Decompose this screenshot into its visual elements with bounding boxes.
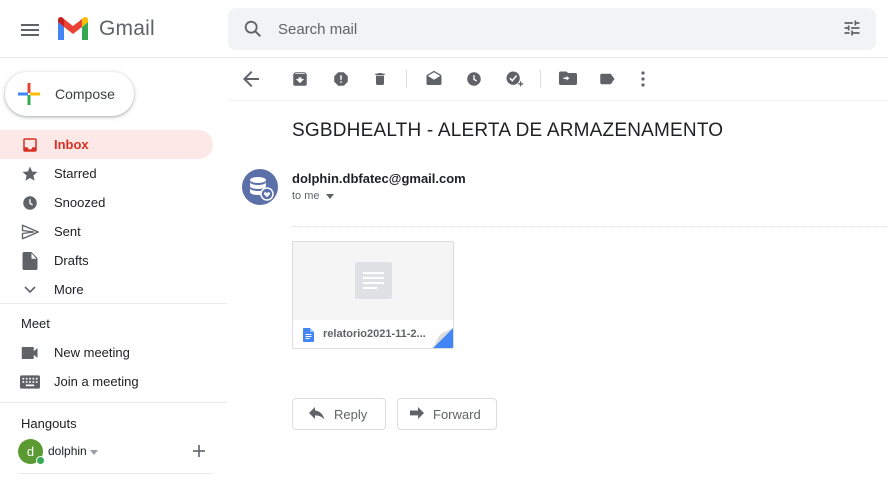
email-subject: SGBDHEALTH - ALERTA DE ARMAZENAMENTO: [292, 120, 724, 141]
send-icon: [20, 222, 40, 242]
sidebar-item-label: Inbox: [54, 137, 89, 152]
new-meeting-label: New meeting: [54, 345, 130, 360]
gmail-m-icon: [58, 16, 88, 40]
join-meeting-label: Join a meeting: [54, 374, 139, 389]
sidebar-nav: Inbox Starred Snoozed Sent Drafts More: [0, 130, 213, 304]
more-vert-icon: [641, 71, 645, 87]
sidebar-divider: [0, 303, 227, 304]
snooze-button[interactable]: [464, 69, 484, 89]
app-name: Gmail: [99, 17, 155, 40]
new-meeting-button[interactable]: New meeting: [0, 338, 213, 367]
sidebar-item-label: More: [54, 282, 84, 297]
sidebar-item-label: Drafts: [54, 253, 89, 268]
sidebar-item-label: Sent: [54, 224, 81, 239]
back-arrow-icon: [243, 71, 259, 87]
docs-corner-fold-icon: [433, 328, 453, 348]
sidebar-divider: [18, 473, 213, 474]
meet-section-title: Meet: [21, 316, 50, 331]
reply-icon: [309, 407, 325, 420]
attachment-card[interactable]: relatorio2021-11-2...: [292, 241, 454, 349]
sidebar-divider: [0, 402, 227, 403]
archive-button[interactable]: [290, 69, 310, 89]
move-to-icon: [559, 71, 577, 85]
sidebar-item-label: Snoozed: [54, 195, 106, 210]
labels-button[interactable]: [597, 69, 617, 89]
sender-email[interactable]: dolphin.dbfatec@gmail.com: [292, 171, 466, 186]
reply-label: Reply: [334, 407, 368, 422]
star-icon: [20, 164, 40, 184]
document-preview-icon: [355, 262, 392, 299]
clock-icon: [20, 193, 40, 213]
google-docs-icon: [303, 328, 314, 342]
sender-avatar: [242, 169, 278, 205]
recipient-details-icon[interactable]: [326, 194, 334, 199]
sidebar-item-drafts[interactable]: Drafts: [0, 246, 213, 275]
message-toolbar: [228, 58, 888, 101]
delete-icon: [375, 73, 385, 85]
toolbar-separator: [406, 70, 407, 88]
reply-button[interactable]: Reply: [292, 398, 386, 430]
hangouts-user[interactable]: d dolphin: [18, 439, 213, 465]
sidebar-item-sent[interactable]: Sent: [0, 217, 213, 246]
search-input[interactable]: Search mail: [278, 21, 357, 38]
join-meeting-button[interactable]: Join a meeting: [0, 367, 213, 396]
sidebar-item-label: Starred: [54, 166, 97, 181]
sidebar-item-starred[interactable]: Starred: [0, 159, 213, 188]
sidebar-item-inbox[interactable]: Inbox: [0, 130, 213, 159]
sidebar-item-snoozed[interactable]: Snoozed: [0, 188, 213, 217]
forward-button[interactable]: Forward: [397, 398, 497, 430]
inbox-icon: [20, 135, 40, 155]
add-task-icon: [506, 71, 524, 87]
snooze-icon: [467, 72, 481, 86]
hangouts-user-name: dolphin: [48, 444, 87, 458]
report-spam-icon: [334, 72, 348, 86]
compose-button[interactable]: Compose: [5, 72, 134, 116]
attachment-filename: relatorio2021-11-2...: [323, 328, 426, 340]
videocam-icon: [20, 343, 40, 363]
message-separator: [292, 226, 888, 227]
draft-icon: [20, 251, 40, 271]
archive-icon: [293, 72, 307, 86]
mark-unread-button[interactable]: [424, 69, 444, 89]
search-options-icon[interactable]: [842, 18, 862, 38]
main-menu-button[interactable]: [14, 14, 46, 46]
compose-label: Compose: [55, 86, 115, 102]
search-icon[interactable]: [242, 18, 264, 40]
online-status-dot: [36, 456, 45, 465]
hangouts-section-title: Hangouts: [21, 416, 77, 431]
chevron-down-icon: [20, 280, 40, 300]
top-bar: Gmail Search mail: [0, 0, 888, 58]
add-to-tasks-button[interactable]: [504, 69, 524, 89]
move-to-button[interactable]: [558, 69, 578, 89]
keyboard-icon: [20, 372, 40, 392]
recipient-label: to me: [292, 190, 320, 202]
more-options-button[interactable]: [633, 69, 653, 89]
mark-unread-icon: [426, 70, 442, 85]
report-spam-button[interactable]: [331, 69, 351, 89]
caret-down-icon[interactable]: [90, 450, 98, 455]
search-bar[interactable]: Search mail: [228, 8, 876, 50]
add-contact-icon[interactable]: [192, 444, 206, 458]
hamburger-menu-icon: [21, 24, 39, 36]
back-button[interactable]: [241, 69, 261, 89]
delete-button[interactable]: [370, 69, 390, 89]
compose-plus-icon: [18, 83, 40, 105]
gmail-logo[interactable]: Gmail: [56, 16, 155, 42]
sidebar-item-more[interactable]: More: [0, 275, 213, 304]
database-health-icon: [250, 177, 274, 201]
forward-label: Forward: [433, 407, 481, 422]
toolbar-separator: [540, 70, 541, 88]
label-icon: [600, 73, 615, 85]
forward-icon: [410, 407, 424, 419]
